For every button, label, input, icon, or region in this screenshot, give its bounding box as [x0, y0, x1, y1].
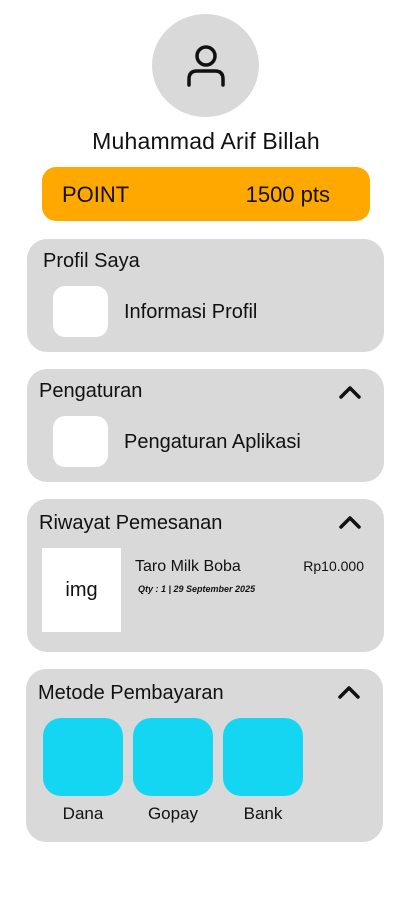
avatar[interactable]: [152, 14, 259, 117]
profile-info-icon: [53, 286, 108, 337]
order-history-card: Riwayat Pemesanan img Taro Milk Boba Rp1…: [27, 499, 384, 652]
order-item-meta: Qty : 1 | 29 September 2025: [138, 584, 256, 594]
app-settings-link[interactable]: Pengaturan Aplikasi: [124, 431, 301, 454]
user-name: Muhammad Arif Billah: [92, 128, 320, 154]
payment-dana-label: Dana: [62, 804, 104, 823]
payment-bank-label: Bank: [243, 804, 283, 823]
order-item-name[interactable]: Taro Milk Boba: [135, 558, 241, 576]
chevron-up-icon[interactable]: [337, 383, 363, 401]
settings-card: Pengaturan Pengaturan Aplikasi: [27, 369, 384, 482]
points-label: POINT: [62, 182, 130, 207]
order-image: img: [42, 548, 121, 632]
profile-info-link[interactable]: Informasi Profil: [124, 301, 257, 324]
payment-gopay-button[interactable]: [133, 718, 213, 796]
profile-card-title: Profil Saya: [43, 250, 140, 272]
profile-card: Profil Saya Informasi Profil: [27, 239, 384, 352]
payment-methods-card: Metode Pembayaran Dana Gopay Bank: [26, 669, 383, 842]
points-bar: POINT 1500 pts: [42, 167, 370, 221]
payment-dana-button[interactable]: [43, 718, 123, 796]
chevron-up-icon[interactable]: [336, 683, 362, 701]
app-settings-icon: [53, 416, 108, 467]
payment-gopay-label: Gopay: [147, 804, 199, 823]
points-value: 1500 pts: [245, 182, 330, 207]
chevron-up-icon[interactable]: [337, 513, 363, 531]
payment-bank-button[interactable]: [223, 718, 303, 796]
settings-card-title: Pengaturan: [39, 380, 143, 402]
payment-methods-title: Metode Pembayaran: [38, 682, 224, 704]
order-history-title: Riwayat Pemesanan: [39, 512, 223, 534]
user-icon: [186, 44, 225, 87]
order-item-price: Rp10.000: [303, 558, 364, 574]
